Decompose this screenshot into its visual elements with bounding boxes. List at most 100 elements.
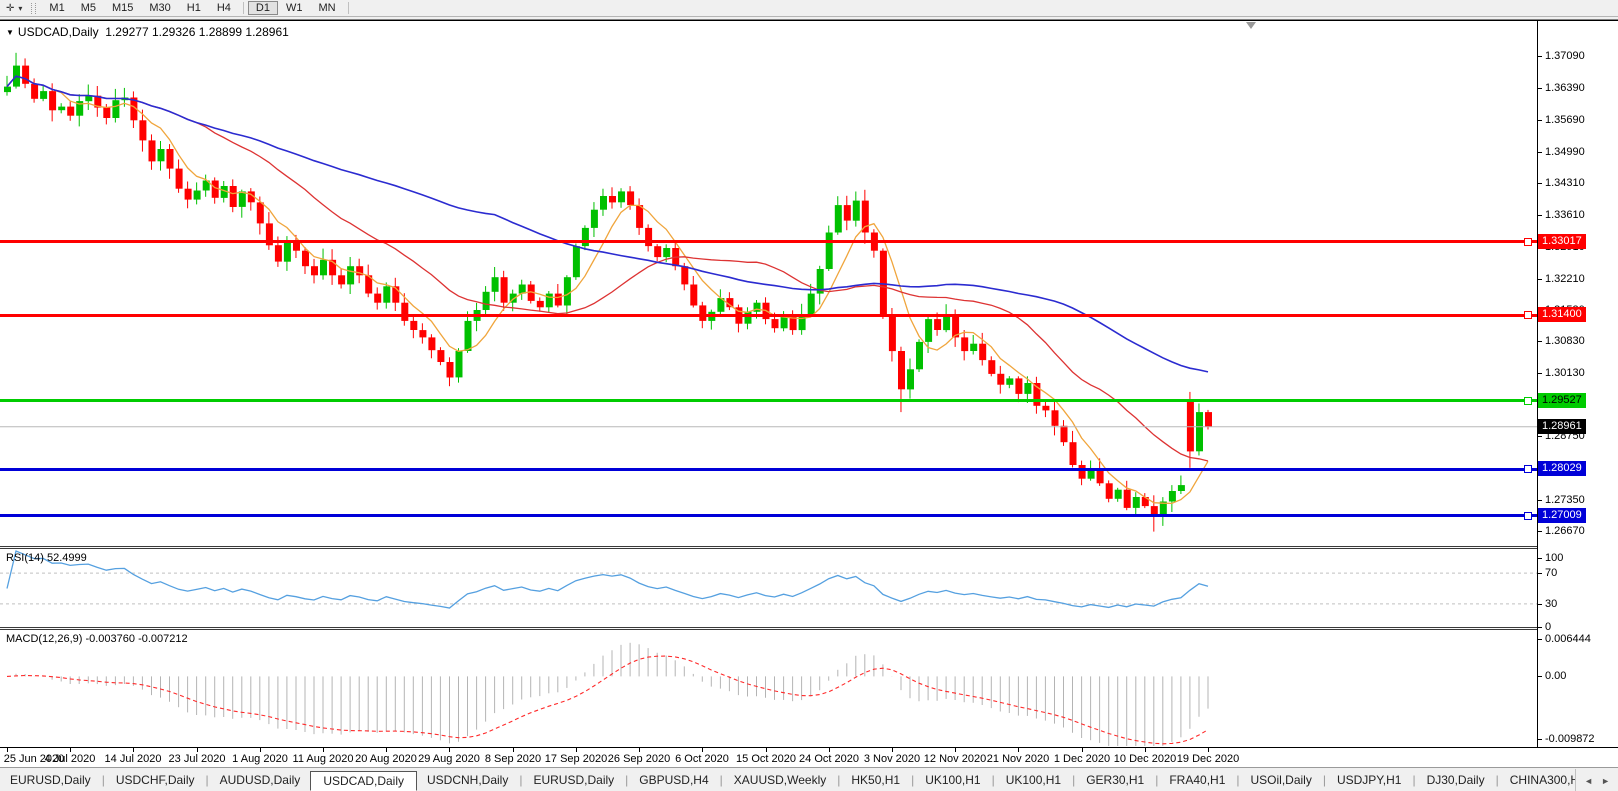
price-pane[interactable]: ▼USDCAD,Daily 1.29277 1.29326 1.28899 1.… xyxy=(0,21,1537,546)
timeframe-button-H4[interactable]: H4 xyxy=(209,1,239,15)
chart-tab-GBPUSDH4[interactable]: GBPUSD,H4 xyxy=(629,771,718,789)
chart-tab-USDJPYH1[interactable]: USDJPY,H1 xyxy=(1327,771,1411,789)
axis-tick xyxy=(1538,573,1542,574)
date-tick xyxy=(639,748,640,752)
chart-tab-FRA40H1[interactable]: FRA40,H1 xyxy=(1159,771,1235,789)
timeframe-button-W1[interactable]: W1 xyxy=(278,1,311,15)
date-tick xyxy=(766,748,767,752)
hline-1.31400[interactable] xyxy=(0,314,1537,317)
scroll-right-icon[interactable]: ► xyxy=(1597,774,1614,788)
chart-title: ▼USDCAD,Daily 1.29277 1.29326 1.28899 1.… xyxy=(6,25,289,39)
chart-shift-marker[interactable] xyxy=(1246,22,1256,29)
rsi-axis-label: 30 xyxy=(1545,598,1557,610)
date-axis-label: 1 Aug 2020 xyxy=(232,753,288,765)
axis-tick xyxy=(1538,558,1542,559)
axis-tick xyxy=(1538,279,1542,280)
toolbar-separator xyxy=(243,2,244,14)
date-axis-label: 10 Dec 2020 xyxy=(1114,753,1176,765)
timeframe-button-D1[interactable]: D1 xyxy=(248,1,278,15)
price-axis-label: 1.35690 xyxy=(1545,114,1585,126)
chart-tab-XAUUSDWeekly[interactable]: XAUUSD,Weekly xyxy=(724,771,836,789)
timeframe-button-MN[interactable]: MN xyxy=(310,1,343,15)
timeframe-button-M30[interactable]: M30 xyxy=(141,1,178,15)
hline-handle[interactable] xyxy=(1524,512,1532,520)
date-axis-label: 26 Sep 2020 xyxy=(608,753,670,765)
timeframe-button-M15[interactable]: M15 xyxy=(104,1,141,15)
hline-handle[interactable] xyxy=(1524,465,1532,473)
axis-tick xyxy=(1538,436,1542,437)
macd-axis-label: 0.006444 xyxy=(1545,633,1591,645)
date-tick xyxy=(1082,748,1083,752)
collapse-icon[interactable]: ▼ xyxy=(6,28,14,37)
price-badge: 1.31400 xyxy=(1538,307,1586,322)
timeframe-button-H1[interactable]: H1 xyxy=(179,1,209,15)
axis-tick xyxy=(1538,341,1542,342)
price-badge: 1.29527 xyxy=(1538,393,1586,408)
hline-1.27009[interactable] xyxy=(0,514,1537,517)
date-axis-label: 15 Oct 2020 xyxy=(736,753,796,765)
axis-tick xyxy=(1538,120,1542,121)
chart-tab-AUDUSDDaily[interactable]: AUDUSD,Daily xyxy=(210,771,311,789)
date-tick xyxy=(702,748,703,752)
scroll-left-icon[interactable]: ◄ xyxy=(1580,774,1597,788)
axis-tick xyxy=(1538,56,1542,57)
timeframe-button-M5[interactable]: M5 xyxy=(73,1,104,15)
chart-tab-UK100H1[interactable]: UK100,H1 xyxy=(996,771,1071,789)
macd-chart[interactable] xyxy=(0,631,1537,746)
date-tick xyxy=(513,748,514,752)
hline-handle[interactable] xyxy=(1524,311,1532,319)
hline-1.29527[interactable] xyxy=(0,399,1537,402)
chart-tab-HK50H1[interactable]: HK50,H1 xyxy=(841,771,910,789)
pane-separator[interactable] xyxy=(0,627,1618,630)
date-axis-label: 14 Jul 2020 xyxy=(105,753,162,765)
cursor-tool-icon[interactable]: ✛ xyxy=(0,3,18,14)
date-tick xyxy=(133,748,134,752)
tab-scroll-arrows: ◄► xyxy=(1575,769,1618,791)
axis-tick xyxy=(1538,373,1542,374)
rsi-pane[interactable]: RSI(14) 52.4999 xyxy=(0,550,1537,627)
pane-separator[interactable] xyxy=(0,546,1618,549)
chevron-down-icon[interactable]: ▾ xyxy=(18,4,26,13)
axis-tick xyxy=(1538,627,1542,628)
date-tick xyxy=(1145,748,1146,752)
chart-tab-USOilDaily[interactable]: USOil,Daily xyxy=(1241,771,1322,789)
date-tick xyxy=(892,748,893,752)
toolbar-grip[interactable] xyxy=(31,3,36,14)
price-axis-label: 1.33610 xyxy=(1545,209,1585,221)
chart-tab-GER30H1[interactable]: GER30,H1 xyxy=(1076,771,1154,789)
axis-tick xyxy=(1538,531,1542,532)
hline-1.33017[interactable] xyxy=(0,240,1537,243)
chart-tab-EURUSDDaily[interactable]: EURUSD,Daily xyxy=(0,771,101,789)
rsi-axis-label: 100 xyxy=(1545,552,1563,564)
hline-1.28029[interactable] xyxy=(0,468,1537,471)
price-badge: 1.27009 xyxy=(1538,508,1586,523)
axis-tick xyxy=(1538,183,1542,184)
rsi-axis-label: 70 xyxy=(1545,567,1557,579)
chart-tab-EURUSDDaily[interactable]: EURUSD,Daily xyxy=(523,771,624,789)
price-axis-label: 1.34990 xyxy=(1545,146,1585,158)
chart-tab-USDCNHDaily[interactable]: USDCNH,Daily xyxy=(417,771,518,789)
chart-tab-bar: EURUSD,Daily|USDCHF,Daily|AUDUSD,DailyUS… xyxy=(0,767,1618,791)
chart-tab-USDCHFDaily[interactable]: USDCHF,Daily xyxy=(106,771,205,789)
chart-ohlc-values: 1.29277 1.29326 1.28899 1.28961 xyxy=(105,25,289,39)
chart-tab-UK100H1[interactable]: UK100,H1 xyxy=(915,771,990,789)
rsi-label: RSI(14) 52.4999 xyxy=(6,552,87,564)
hline-handle[interactable] xyxy=(1524,238,1532,246)
rsi-axis-label: 0 xyxy=(1545,621,1551,633)
price-badge: 1.33017 xyxy=(1538,234,1586,249)
date-axis[interactable]: 25 Jun 20204 Jul 202014 Jul 202023 Jul 2… xyxy=(0,747,1618,767)
price-axis[interactable]: 1.370901.363901.356901.349901.343101.336… xyxy=(1537,21,1618,747)
price-axis-label: 1.27350 xyxy=(1545,494,1585,506)
chart-tab-DJ30Daily[interactable]: DJ30,Daily xyxy=(1417,771,1495,789)
mt4-chart-window: ✛ ▾ M1M5M15M30H1H4D1W1MN ▼USDCAD,Daily 1… xyxy=(0,0,1618,791)
date-tick xyxy=(197,748,198,752)
macd-pane[interactable]: MACD(12,26,9) -0.003760 -0.007212 xyxy=(0,631,1537,746)
date-axis-label: 6 Oct 2020 xyxy=(675,753,729,765)
chart-tab-USDCADDaily[interactable]: USDCAD,Daily xyxy=(310,771,417,791)
date-axis-label: 24 Oct 2020 xyxy=(799,753,859,765)
timeframe-button-M1[interactable]: M1 xyxy=(41,1,72,15)
hline-handle[interactable] xyxy=(1524,397,1532,405)
date-axis-label: 1 Dec 2020 xyxy=(1054,753,1110,765)
rsi-chart[interactable] xyxy=(0,550,1537,627)
axis-tick xyxy=(1538,739,1542,740)
